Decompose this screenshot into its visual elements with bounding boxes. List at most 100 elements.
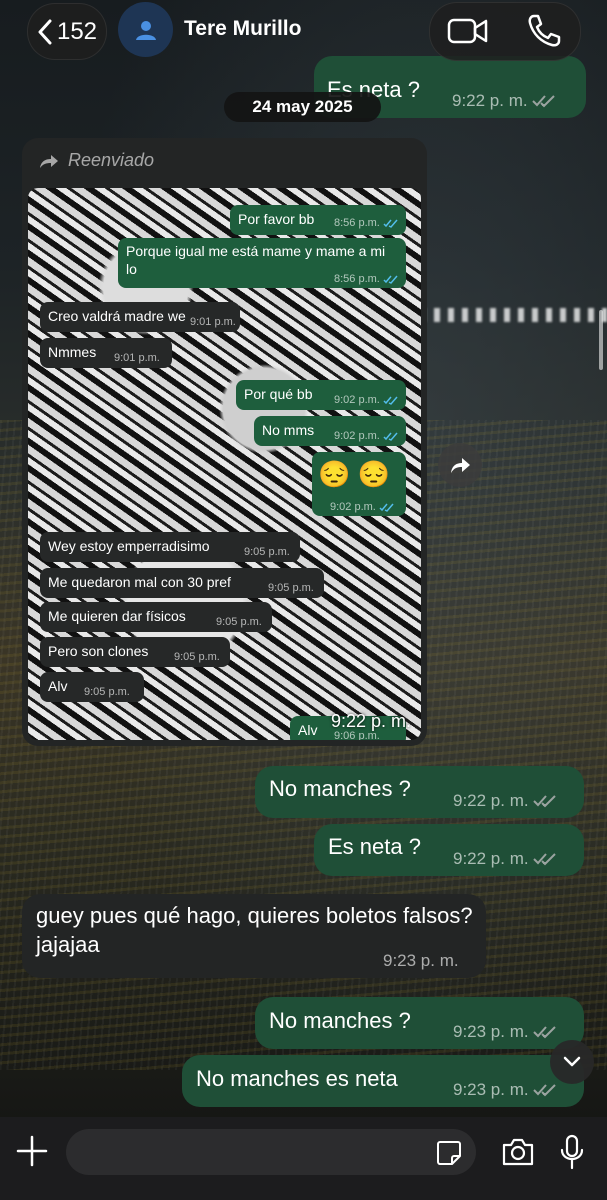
forward-arrow-icon (40, 154, 58, 168)
message-bubble[interactable]: No manches ? 9:23 p. m. (255, 997, 584, 1049)
screenshot-meta: 9:01 p.m. (190, 315, 236, 329)
contact-name[interactable]: Tere Murillo (184, 17, 301, 41)
scrollbar[interactable] (599, 310, 603, 370)
screenshot-meta: 9:05 p.m. (84, 685, 130, 699)
call-actions (429, 2, 581, 61)
screenshot-meta: 9:02 p.m. (330, 500, 394, 514)
message-meta: 9:22 p. m. (453, 848, 559, 870)
double-check-icon (532, 1084, 556, 1097)
message-time: 9:23 p. m. (453, 1080, 529, 1099)
message-bubble[interactable]: No manches ? 9:22 p. m. (255, 766, 584, 818)
double-check-icon (531, 95, 555, 108)
message-meta: 9:23 p. m. (383, 950, 459, 972)
screenshot-bubble: Alv 9:05 p.m. (40, 672, 144, 702)
screenshot-text: Por qué bb (244, 386, 313, 402)
screenshot-time: 9:01 p.m. (114, 352, 160, 364)
screenshot-bubble: Por qué bb 9:02 p.m. (236, 380, 406, 410)
message-time: 9:22 p. m. (453, 849, 529, 868)
screenshot-text: No mms (262, 422, 315, 438)
forwarded-screenshot-image[interactable]: Por favor bb 8:56 p.m. Porque igual me e… (28, 188, 421, 740)
message-input[interactable] (66, 1129, 476, 1175)
screenshot-time: 9:05 p.m. (84, 686, 130, 698)
screenshot-text: Alv (298, 722, 318, 738)
double-check-icon (383, 219, 398, 228)
chevron-down-icon (563, 1056, 581, 1067)
screenshot-text: Nmmes (48, 344, 97, 360)
screenshot-bubble: Pero son clones 9:05 p.m. (40, 637, 230, 667)
screenshot-meta: 9:05 p.m. (174, 650, 220, 664)
screenshot-bubble: Nmmes 9:01 p.m. (40, 338, 172, 368)
screenshot-time: 9:01 p.m. (190, 316, 236, 328)
screenshot-bubble: Por favor bb 8:56 p.m. (230, 205, 406, 235)
message-text: No manches ? (269, 1008, 411, 1033)
screenshot-meta: 9:02 p.m. (334, 429, 398, 443)
plus-icon[interactable] (15, 1134, 49, 1168)
message-time: 9:23 p. m. (383, 951, 459, 970)
share-button[interactable] (438, 443, 482, 487)
screenshot-text: Pero son clones (48, 643, 149, 659)
message-meta: 9:22 p. m. (452, 90, 558, 112)
screenshot-meta: 8:56 p.m. (334, 272, 398, 286)
chat-header: 152 Tere Murillo (0, 0, 607, 74)
message-bubble[interactable]: guey pues qué hago, quieres boletos fals… (22, 894, 486, 978)
share-icon (451, 458, 470, 473)
screenshot-bubble: Creo valdrá madre we 9:01 p.m. (40, 302, 240, 332)
unread-count: 152 (56, 17, 98, 45)
date-separator: 24 may 2025 (224, 92, 381, 122)
message-time: 9:22 p. m. (452, 91, 528, 110)
video-camera-icon[interactable] (446, 15, 490, 47)
screenshot-time: 8:56 p.m. (334, 217, 380, 229)
screenshot-bubble: No mms 9:02 p.m. (254, 416, 406, 446)
avatar[interactable] (118, 2, 173, 57)
screenshot-text: Me quedaron mal con 30 pref (48, 574, 231, 590)
screenshot-meta: 9:02 p.m. (334, 393, 398, 407)
screenshot-time: 9:02 p.m. (334, 394, 380, 406)
message-time: 9:23 p. m. (453, 1022, 529, 1041)
forwarded-image-message[interactable]: Reenviado Por favor bb 8:56 p.m. Porque … (22, 138, 427, 746)
double-check-icon (532, 795, 556, 808)
message-meta: 9:23 p. m. (453, 1079, 559, 1101)
scroll-to-bottom-button[interactable] (550, 1040, 594, 1084)
screenshot-text: Wey estoy emperradisimo (48, 538, 210, 554)
chevron-left-icon (38, 19, 52, 44)
screenshot-meta: 8:56 p.m. (334, 216, 398, 230)
image-time: 9:22 p. m. (330, 711, 411, 731)
message-text: No manches ? (269, 776, 411, 801)
double-check-icon (379, 503, 394, 512)
double-check-icon (383, 432, 398, 441)
screenshot-bubble: 😔 😔 9:02 p.m. (312, 452, 406, 516)
screenshot-time: 9:05 p.m. (244, 546, 290, 558)
sticker-icon[interactable] (435, 1139, 463, 1167)
screenshot-bubble: Me quedaron mal con 30 pref 9:05 p.m. (40, 568, 324, 598)
message-bubble[interactable]: Es neta ? 9:22 p. m. (314, 824, 584, 876)
double-check-icon (383, 275, 398, 284)
screenshot-time: 9:05 p.m. (216, 616, 262, 628)
forwarded-text: Reenviado (68, 150, 155, 170)
camera-icon[interactable] (501, 1137, 535, 1167)
screenshot-bubble: Wey estoy emperradisimo 9:05 p.m. (40, 532, 300, 562)
wallpaper-lights (420, 308, 607, 322)
message-meta: 9:22 p. m. (453, 790, 559, 812)
screenshot-meta: 9:05 p.m. (216, 615, 262, 629)
screenshot-meta: 9:05 p.m. (244, 545, 290, 559)
screenshot-text: 😔 😔 (318, 459, 390, 489)
message-time: 9:22 p. m. (453, 791, 529, 810)
double-check-icon (383, 396, 398, 405)
microphone-icon[interactable] (559, 1134, 585, 1170)
double-check-icon (532, 1026, 556, 1039)
screenshot-time: 9:05 p.m. (268, 582, 314, 594)
phone-icon[interactable] (526, 13, 562, 49)
double-check-icon (532, 853, 556, 866)
back-button[interactable]: 152 (27, 3, 107, 60)
message-text: No manches es neta (196, 1066, 398, 1091)
message-meta: 9:23 p. m. (453, 1021, 559, 1043)
screenshot-meta: 9:01 p.m. (114, 351, 160, 365)
message-bubble[interactable]: No manches es neta 9:23 p. m. (182, 1055, 584, 1107)
composer-bar (0, 1117, 607, 1200)
message-text: Es neta ? (328, 834, 421, 859)
screenshot-text: Me quieren dar físicos (48, 608, 186, 624)
screenshot-text: Alv (48, 678, 68, 694)
person-icon (135, 20, 156, 40)
screenshot-bubble: Me quieren dar físicos 9:05 p.m. (40, 602, 272, 632)
screenshot-text: Creo valdrá madre we (48, 308, 186, 324)
